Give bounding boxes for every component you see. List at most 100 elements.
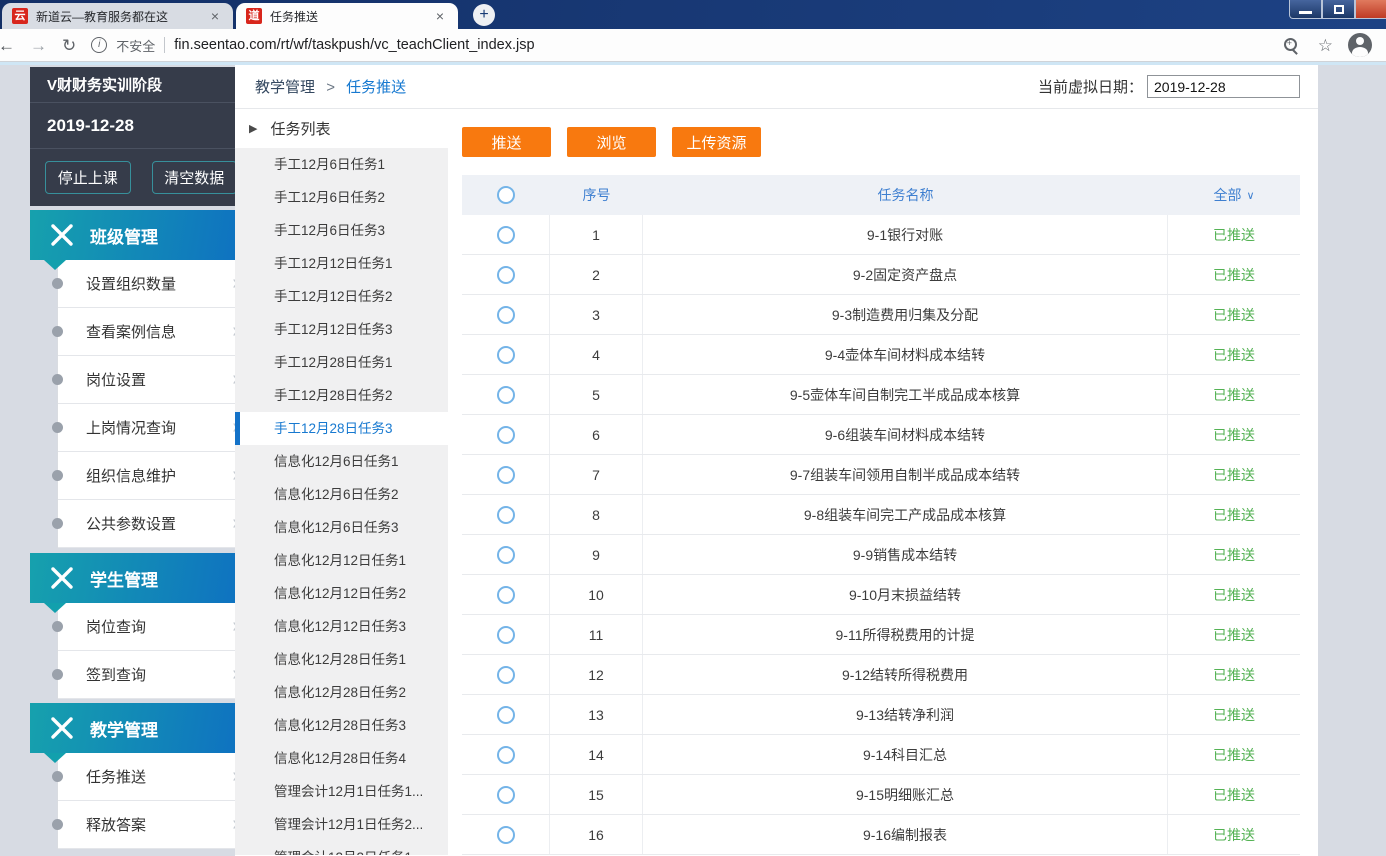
bullet-icon bbox=[52, 278, 63, 289]
sidebar-menu-item[interactable]: 签到查询 › bbox=[58, 651, 252, 699]
row-task-name: 9-12结转所得税费用 bbox=[643, 655, 1168, 694]
task-list-item[interactable]: 信息化12月12日任务1 bbox=[235, 544, 448, 577]
task-list-item[interactable]: 管理会计12月1日任务2... bbox=[235, 808, 448, 841]
section-title: 班级管理 bbox=[90, 223, 158, 248]
task-list-item[interactable]: 信息化12月28日任务2 bbox=[235, 676, 448, 709]
section-header-class-management[interactable]: 班级管理 bbox=[30, 210, 252, 260]
section-header-teaching-management[interactable]: 教学管理 bbox=[30, 703, 252, 753]
task-list-item[interactable]: 手工12月28日任务1 bbox=[235, 346, 448, 379]
crossed-pencils-icon bbox=[49, 222, 75, 248]
row-task-name: 9-8组装车间完工产成品成本核算 bbox=[643, 495, 1168, 534]
task-list-item[interactable]: 管理会计12月2日任务1 bbox=[235, 841, 448, 855]
minimize-button[interactable] bbox=[1289, 0, 1322, 19]
task-list-item[interactable]: 手工12月12日任务2 bbox=[235, 280, 448, 313]
row-radio[interactable] bbox=[497, 426, 515, 444]
task-table-header: 序号 任务名称 全部 ∨ bbox=[462, 175, 1300, 215]
row-radio[interactable] bbox=[497, 346, 515, 364]
task-list-item[interactable]: 手工12月12日任务1 bbox=[235, 247, 448, 280]
close-button[interactable] bbox=[1355, 0, 1386, 19]
row-radio[interactable] bbox=[497, 506, 515, 524]
table-row: 2 9-2固定资产盘点 已推送 bbox=[462, 255, 1300, 295]
new-tab-button[interactable]: + bbox=[473, 4, 495, 26]
push-button[interactable]: 推送 bbox=[462, 127, 551, 157]
tab-close-icon[interactable]: × bbox=[207, 8, 223, 24]
sidebar-menu-item[interactable]: 岗位设置 › bbox=[58, 356, 252, 404]
bullet-icon bbox=[52, 470, 63, 481]
forward-icon[interactable]: → bbox=[30, 37, 47, 54]
row-radio[interactable] bbox=[497, 466, 515, 484]
row-radio[interactable] bbox=[497, 266, 515, 284]
sidebar-section-student-management: 学生管理 岗位查询 › 签到查询 › bbox=[30, 553, 252, 699]
task-list-item[interactable]: 手工12月28日任务3 bbox=[235, 412, 448, 445]
maximize-button[interactable] bbox=[1322, 0, 1355, 19]
section-title: 教学管理 bbox=[90, 716, 158, 741]
row-radio[interactable] bbox=[497, 706, 515, 724]
sidebar-menu-item[interactable]: 岗位查询 › bbox=[58, 603, 252, 651]
refresh-icon[interactable]: ↻ bbox=[62, 37, 76, 54]
tab-close-icon[interactable]: × bbox=[432, 8, 448, 24]
table-row: 8 9-8组装车间完工产成品成本核算 已推送 bbox=[462, 495, 1300, 535]
task-list-item[interactable]: 信息化12月12日任务2 bbox=[235, 577, 448, 610]
sidebar-menu-item[interactable]: 上岗情况查询 › bbox=[58, 404, 252, 452]
sidebar-menu-item[interactable]: 设置组织数量 › bbox=[58, 260, 252, 308]
browser-tab-task-push[interactable]: 道 任务推送 × bbox=[236, 3, 458, 29]
content-body: ▶ 任务列表 手工12月6日任务1 手工12月6日任务2 手工12月6日任务3 … bbox=[235, 109, 1318, 855]
breadcrumb-current[interactable]: 任务推送 bbox=[346, 79, 406, 96]
breadcrumb-parent[interactable]: 教学管理 bbox=[255, 79, 315, 96]
stop-class-button[interactable]: 停止上课 bbox=[45, 161, 131, 194]
task-list-item[interactable]: 信息化12月28日任务1 bbox=[235, 643, 448, 676]
sidebar-menu-item[interactable]: 查看案例信息 › bbox=[58, 308, 252, 356]
row-index: 12 bbox=[550, 655, 643, 694]
bullet-icon bbox=[52, 422, 63, 433]
task-list-item[interactable]: 手工12月12日任务3 bbox=[235, 313, 448, 346]
row-radio[interactable] bbox=[497, 666, 515, 684]
row-index: 9 bbox=[550, 535, 643, 574]
row-radio[interactable] bbox=[497, 306, 515, 324]
browse-button[interactable]: 浏览 bbox=[567, 127, 656, 157]
task-list-item[interactable]: 信息化12月28日任务3 bbox=[235, 709, 448, 742]
task-list-item[interactable]: 手工12月28日任务2 bbox=[235, 379, 448, 412]
task-list-title: 任务列表 bbox=[270, 118, 330, 139]
url-text[interactable]: fin.seentao.com/rt/wf/taskpush/vc_teachC… bbox=[174, 37, 534, 53]
task-list-item[interactable]: 信息化12月28日任务4 bbox=[235, 742, 448, 775]
task-list-item[interactable]: 手工12月6日任务3 bbox=[235, 214, 448, 247]
zoom-icon[interactable]: + bbox=[1284, 38, 1298, 52]
row-index: 7 bbox=[550, 455, 643, 494]
row-radio[interactable] bbox=[497, 626, 515, 644]
select-all-radio[interactable] bbox=[497, 186, 515, 204]
row-radio[interactable] bbox=[497, 546, 515, 564]
task-list-item[interactable]: 信息化12月12日任务3 bbox=[235, 610, 448, 643]
status-filter-dropdown[interactable]: 全部 ∨ bbox=[1213, 185, 1254, 205]
info-icon[interactable]: i bbox=[91, 37, 107, 53]
task-list-item[interactable]: 信息化12月6日任务3 bbox=[235, 511, 448, 544]
task-list-header[interactable]: ▶ 任务列表 bbox=[235, 109, 448, 148]
sidebar-menu-item[interactable]: 组织信息维护 › bbox=[58, 452, 252, 500]
row-radio[interactable] bbox=[497, 586, 515, 604]
section-header-student-management[interactable]: 学生管理 bbox=[30, 553, 252, 603]
task-list-item[interactable]: 手工12月6日任务2 bbox=[235, 181, 448, 214]
row-radio[interactable] bbox=[497, 386, 515, 404]
sidebar-menu-item[interactable]: 任务推送 › bbox=[58, 753, 252, 801]
back-icon[interactable]: ← bbox=[0, 37, 15, 54]
row-radio[interactable] bbox=[497, 226, 515, 244]
row-radio[interactable] bbox=[497, 786, 515, 804]
sidebar: V财财务实训阶段 2019-12-28 停止上课 清空数据 bbox=[30, 65, 252, 856]
profile-avatar[interactable] bbox=[1348, 33, 1372, 57]
menu-item-label: 释放答案 bbox=[86, 814, 146, 835]
bookmark-star-icon[interactable]: ☆ bbox=[1318, 37, 1333, 54]
clear-data-button[interactable]: 清空数据 bbox=[152, 161, 238, 194]
content-area: 教学管理 > 任务推送 当前虚拟日期： ▶ 任务列表 bbox=[235, 65, 1318, 856]
task-list-item[interactable]: 信息化12月6日任务1 bbox=[235, 445, 448, 478]
row-radio[interactable] bbox=[497, 746, 515, 764]
sidebar-menu-item[interactable]: 释放答案 › bbox=[58, 801, 252, 849]
row-radio[interactable] bbox=[497, 826, 515, 844]
upload-resource-button[interactable]: 上传资源 bbox=[672, 127, 761, 157]
task-list-item[interactable]: 手工12月6日任务1 bbox=[235, 148, 448, 181]
table-row: 15 9-15明细账汇总 已推送 bbox=[462, 775, 1300, 815]
omnibox[interactable]: i 不安全 fin.seentao.com/rt/wf/taskpush/vc_… bbox=[91, 36, 1333, 55]
task-list-item[interactable]: 信息化12月6日任务2 bbox=[235, 478, 448, 511]
task-list-item[interactable]: 管理会计12月1日任务1... bbox=[235, 775, 448, 808]
virtual-date-input[interactable] bbox=[1147, 75, 1300, 98]
browser-tab-seentao-home[interactable]: 云 新道云—教育服务都在这 × bbox=[2, 3, 233, 29]
sidebar-menu-item[interactable]: 公共参数设置 › bbox=[58, 500, 252, 548]
